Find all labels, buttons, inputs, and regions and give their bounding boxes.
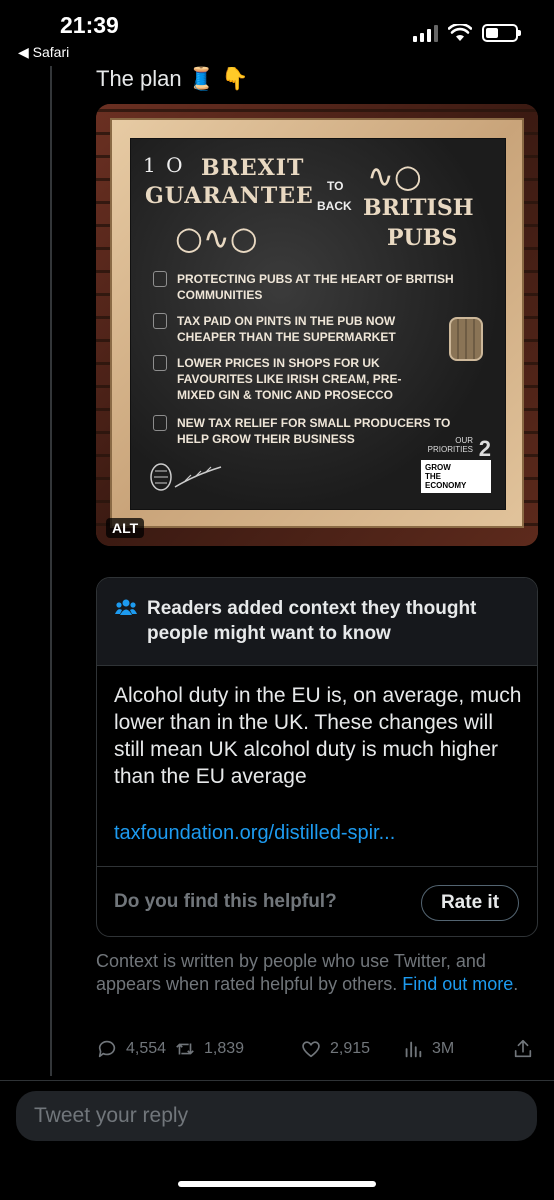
priorities-box-line: THE (425, 472, 441, 481)
like-count: 2,915 (330, 1040, 371, 1057)
community-note-source-link[interactable]: taxfoundation.org/distilled-spir... (114, 822, 395, 845)
board-title-british: BRITISH (363, 195, 474, 221)
retweet-button[interactable]: 1,839 (174, 1038, 244, 1060)
heart-icon (302, 1041, 320, 1058)
alt-text-badge[interactable]: ALT (106, 518, 145, 538)
board-number: 1 O (143, 153, 185, 177)
board-bullet: TAX PAID ON PINTS IN THE PUB NOW CHEAPER… (177, 314, 396, 344)
board-title-guarantee: GUARANTEE (145, 183, 314, 209)
reply-count: 4,554 (126, 1040, 167, 1057)
board-title-pubs: PUBS (387, 225, 458, 251)
community-note: Readers added context they thought peopl… (96, 577, 538, 937)
bottle-icon (153, 415, 167, 431)
context-info-period: . (513, 974, 519, 994)
views-button[interactable]: 3M (402, 1038, 454, 1060)
priorities-badge: 2 OUR PRIORITIES GROW THE ECONOMY (421, 436, 491, 493)
status-bar: 21:39 ◀ Safari (0, 0, 554, 66)
tweet-actions: 4,554 1,839 2,915 3M (96, 1036, 538, 1062)
reply-icon (98, 1040, 116, 1058)
board-title-brexit: BREXIT (201, 155, 305, 181)
priorities-number: 2 (478, 436, 491, 461)
picture-frame: 1 O BREXIT GUARANTEE TO BACK BRITISH PUB… (110, 118, 524, 528)
community-note-footer: Do you find this helpful? Rate it (97, 866, 537, 936)
priorities-box-line: ECONOMY (425, 481, 467, 490)
community-note-body: Alcohol duty in the EU is, on average, m… (114, 684, 522, 788)
glass-icon (153, 355, 167, 371)
tweet-text: The plan 🧵 👇 (96, 66, 249, 91)
board-bullet: NEW TAX RELIEF FOR SMALL PRODUCERS TO HE… (177, 416, 451, 446)
retweet-icon (176, 1043, 194, 1055)
find-out-more-link[interactable]: Find out more (402, 974, 513, 994)
community-note-header: Readers added context they thought peopl… (97, 578, 537, 666)
board-bullet: LOWER PRICES IN SHOPS FOR UK FAVOURITES … (177, 356, 402, 402)
share-icon (514, 1039, 532, 1058)
reply-bar (0, 1080, 554, 1200)
views-count: 3M (432, 1040, 455, 1057)
home-indicator[interactable] (178, 1181, 376, 1187)
pint-glass-icon (153, 313, 167, 329)
tweet-image[interactable]: 1 O BREXIT GUARANTEE TO BACK BRITISH PUB… (96, 104, 538, 546)
priorities-box: GROW THE ECONOMY (421, 460, 491, 493)
rate-it-button[interactable]: Rate it (421, 885, 519, 921)
status-icons (413, 24, 521, 42)
back-to-safari-link[interactable]: ◀ Safari (18, 44, 69, 61)
board-title-to: TO (327, 179, 344, 193)
cellular-signal-icon (413, 24, 438, 42)
tweet-reply-input[interactable] (16, 1091, 537, 1141)
context-info: Context is written by people who use Twi… (96, 950, 536, 996)
hop-icon (153, 271, 167, 287)
people-icon (115, 599, 137, 615)
share-button[interactable] (512, 1038, 534, 1060)
reply-button[interactable]: 4,554 (96, 1038, 166, 1060)
priorities-box-line: GROW (425, 463, 451, 472)
community-note-title[interactable]: Readers added context they thought peopl… (147, 596, 527, 646)
views-chart-icon (405, 1041, 422, 1058)
chalkboard: 1 O BREXIT GUARANTEE TO BACK BRITISH PUB… (130, 138, 506, 510)
thread-line (50, 66, 52, 1076)
like-button[interactable]: 2,915 (300, 1038, 370, 1060)
swirl-ornament-left: ○∿○ (175, 219, 258, 257)
board-bullet: PROTECTING PUBS AT THE HEART OF BRITISH … (177, 272, 454, 302)
wifi-icon (448, 24, 472, 41)
helpful-question: Do you find this helpful? (114, 891, 337, 912)
board-title-back: BACK (317, 199, 352, 213)
swirl-ornament-right: ∿○ (367, 157, 422, 195)
hops-illustration-icon (150, 463, 222, 491)
barrel-icon (449, 317, 483, 361)
battery-icon (482, 24, 521, 42)
retweet-count: 1,839 (204, 1040, 245, 1057)
status-time: 21:39 (60, 12, 119, 38)
